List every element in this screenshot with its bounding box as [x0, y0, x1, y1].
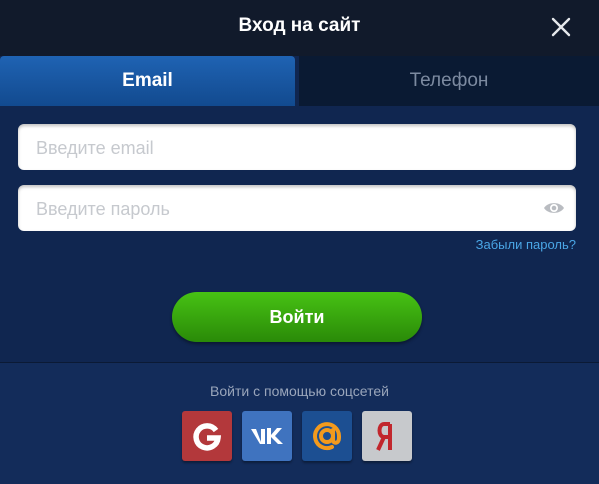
login-dialog: Вход на сайт Email Телефон Забыли пароль…: [0, 0, 599, 484]
yandex-icon: [376, 422, 392, 451]
password-field[interactable]: [18, 185, 576, 233]
social-login-section: Войти с помощью соцсетей: [0, 363, 599, 484]
close-icon[interactable]: [550, 16, 572, 38]
mailru-login-button[interactable]: [302, 411, 352, 461]
google-login-button[interactable]: [182, 411, 232, 461]
login-method-tabs: Email Телефон: [0, 56, 599, 106]
at-icon: [313, 422, 341, 451]
email-input[interactable]: [34, 124, 538, 172]
tab-phone[interactable]: Телефон: [299, 56, 599, 106]
yandex-login-button[interactable]: [362, 411, 412, 461]
password-input[interactable]: [34, 185, 538, 233]
vk-login-button[interactable]: [242, 411, 292, 461]
dialog-header: Вход на сайт: [0, 0, 599, 56]
vk-icon: [251, 428, 283, 444]
email-field[interactable]: [18, 124, 576, 172]
forgot-password-link[interactable]: Забыли пароль?: [476, 237, 576, 252]
google-icon: [193, 423, 222, 451]
social-caption: Войти с помощью соцсетей: [210, 383, 389, 399]
login-button[interactable]: Войти: [172, 292, 422, 342]
dialog-title: Вход на сайт: [238, 15, 361, 36]
eye-icon[interactable]: [543, 199, 565, 217]
tab-email[interactable]: Email: [0, 56, 295, 106]
